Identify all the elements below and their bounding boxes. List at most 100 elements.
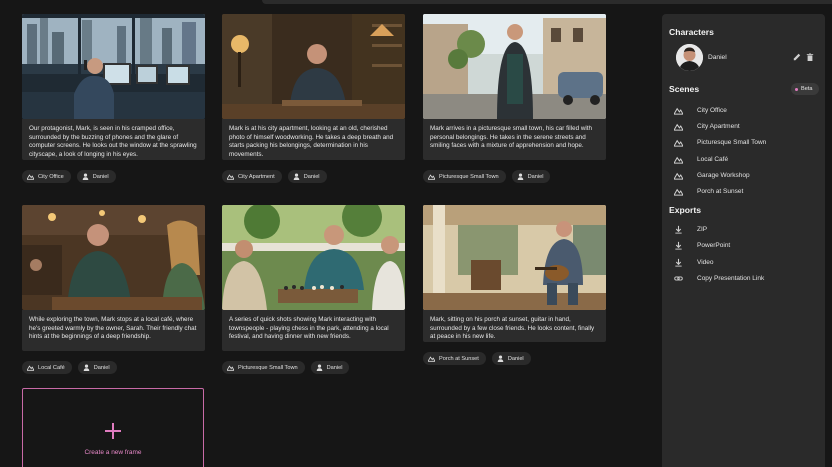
create-new-frame-button[interactable]: Create a new frame <box>22 388 204 467</box>
copy-presentation-link[interactable]: Copy Presentation Link <box>674 272 764 284</box>
export-item-label: Copy Presentation Link <box>697 274 765 282</box>
frame-image[interactable] <box>22 14 205 119</box>
scene-item-label: City Office <box>697 106 727 114</box>
character-tag-label: Daniel <box>92 173 109 180</box>
landscape-icon <box>27 174 34 180</box>
scene-item[interactable]: Porch at Sunset <box>674 185 743 197</box>
export-item-label: PowerPoint <box>697 241 731 249</box>
link-icon <box>674 276 683 280</box>
person-icon <box>82 173 89 180</box>
character-tag[interactable]: Daniel <box>76 170 116 183</box>
export-item-label: Video <box>697 258 714 266</box>
scene-tag[interactable]: City Apartment <box>222 170 282 183</box>
scene-item[interactable]: Local Café <box>674 153 728 165</box>
frame-card[interactable]: Mark is at his city apartment, looking a… <box>222 14 405 183</box>
scene-tag[interactable]: Picturesque Small Town <box>222 361 305 374</box>
person-icon <box>83 364 90 371</box>
scene-item-label: Porch at Sunset <box>697 187 744 195</box>
scene-tag[interactable]: Local Café <box>22 361 72 374</box>
landscape-icon <box>674 156 683 164</box>
scene-tag-label: Picturesque Small Town <box>439 173 499 180</box>
landscape-icon <box>428 356 435 362</box>
scene-item-label: Local Café <box>697 155 729 163</box>
character-tag[interactable]: Daniel <box>77 361 117 374</box>
export-zip[interactable]: ZIP <box>674 223 707 235</box>
frame-card[interactable]: Mark arrives in a picturesque small town… <box>423 14 606 183</box>
landscape-icon <box>674 172 683 180</box>
exports-title: Exports <box>669 205 701 215</box>
scene-tag-label: Local Café <box>38 364 65 371</box>
scene-item-label: Picturesque Small Town <box>697 138 767 146</box>
person-icon <box>316 364 322 371</box>
beta-label: Beta <box>801 86 813 92</box>
landscape-icon <box>674 107 683 115</box>
landscape-icon <box>227 174 234 180</box>
person-icon <box>517 173 523 180</box>
scene-tag[interactable]: Picturesque Small Town <box>423 170 506 183</box>
character-tag-label: Daniel <box>326 364 343 371</box>
landscape-icon <box>428 174 435 180</box>
landscape-icon <box>674 139 683 147</box>
scenes-title: Scenes <box>669 84 700 94</box>
frame-description[interactable]: While exploring the town, Mark stops at … <box>22 310 205 351</box>
character-tag-label: Daniel <box>527 173 544 180</box>
character-tag-label: Daniel <box>507 355 524 362</box>
frame-image[interactable] <box>423 14 606 119</box>
frame-card[interactable]: A series of quick shots showing Mark int… <box>222 205 405 374</box>
beta-badge: Beta <box>791 83 819 95</box>
frame-card[interactable]: Our protagonist, Mark, is seen in his cr… <box>22 14 205 183</box>
character-tag[interactable]: Daniel <box>287 170 327 183</box>
scene-tag-label: City Apartment <box>238 173 275 180</box>
landscape-icon <box>227 365 234 371</box>
plus-icon <box>105 423 121 439</box>
landscape-icon <box>27 365 34 371</box>
export-powerpoint[interactable]: PowerPoint <box>674 239 730 251</box>
character-tag-label: Daniel <box>303 173 320 180</box>
characters-title: Characters <box>669 27 714 37</box>
scene-tag-label: Porch at Sunset <box>439 355 479 362</box>
landscape-icon <box>674 188 683 196</box>
frame-description[interactable]: A series of quick shots showing Mark int… <box>222 310 405 351</box>
export-video[interactable]: Video <box>674 256 714 268</box>
avatar <box>676 44 703 71</box>
frame-grid: Our protagonist, Mark, is seen in his cr… <box>0 0 650 467</box>
character-name: Daniel <box>708 54 727 61</box>
person-icon <box>497 355 504 362</box>
frame-description[interactable]: Our protagonist, Mark, is seen in his cr… <box>22 119 205 160</box>
frame-image[interactable] <box>423 205 606 310</box>
scene-tag-label: City Office <box>38 173 64 180</box>
character-tag[interactable]: Daniel <box>491 352 531 365</box>
landscape-icon <box>674 123 683 131</box>
frame-card[interactable]: While exploring the town, Mark stops at … <box>22 205 205 374</box>
character-item[interactable]: Daniel <box>676 44 816 74</box>
frame-card[interactable]: Mark, sitting on his porch at sunset, gu… <box>423 205 606 365</box>
person-icon <box>293 173 299 180</box>
character-tag[interactable]: Daniel <box>511 170 551 183</box>
scene-tag[interactable]: City Office <box>22 170 71 183</box>
frame-image[interactable] <box>222 205 405 310</box>
download-icon <box>675 258 682 267</box>
frame-description[interactable]: Mark arrives in a picturesque small town… <box>423 119 606 160</box>
trash-icon[interactable] <box>806 53 814 61</box>
scene-item[interactable]: Garage Workshop <box>674 169 750 181</box>
scene-item-label: Garage Workshop <box>697 171 750 179</box>
download-icon <box>675 241 682 250</box>
character-tag[interactable]: Daniel <box>310 361 350 374</box>
export-item-label: ZIP <box>697 225 708 233</box>
create-new-frame-label: Create a new frame <box>84 449 142 456</box>
frame-description[interactable]: Mark, sitting on his porch at sunset, gu… <box>423 310 606 342</box>
scene-tag-label: Picturesque Small Town <box>238 364 298 371</box>
beta-dot <box>795 87 798 91</box>
download-icon <box>675 225 682 234</box>
pencil-icon[interactable] <box>793 53 801 61</box>
scene-item[interactable]: City Office <box>674 104 727 116</box>
frame-description[interactable]: Mark is at his city apartment, looking a… <box>222 119 405 160</box>
scene-item[interactable]: City Apartment <box>674 120 740 132</box>
frame-image[interactable] <box>22 205 205 310</box>
scene-tag[interactable]: Porch at Sunset <box>423 352 486 365</box>
scene-item-label: City Apartment <box>697 122 740 130</box>
frame-image[interactable] <box>222 14 405 119</box>
sidebar: Characters Daniel Scenes Beta City Offic… <box>662 14 825 467</box>
scene-item[interactable]: Picturesque Small Town <box>674 136 766 148</box>
character-tag-label: Daniel <box>93 364 110 371</box>
